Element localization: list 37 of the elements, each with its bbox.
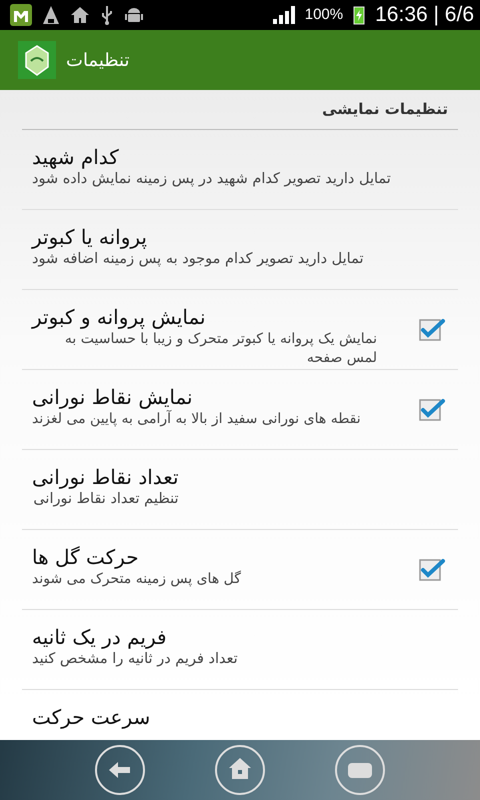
preference-title: نمایش پروانه و کبوتر (32, 304, 207, 330)
preference-title: تعداد نقاط نورانی (32, 464, 179, 490)
app-icon (10, 4, 32, 26)
preference-item[interactable]: فریم در یک ثانیه تعداد فریم در ثانیه را مشخص کنید (22, 610, 458, 690)
recent-apps-icon[interactable] (334, 744, 386, 796)
category-header: تنظیمات نمایشی (322, 99, 448, 120)
preference-summary: نقطه های نورانی سفید از بالا به آرامی به پایین می لغزند (32, 410, 361, 429)
preference-item[interactable]: نمایش پروانه و کبوتر نمایش یک پروانه یا کبوتر متحرک و زیبا با حساسیت به لمس صفحه (22, 290, 458, 370)
preference-summary: نمایش یک پروانه یا کبوتر متحرک و زیبا با حساسیت به لمس صفحه (64, 330, 377, 368)
preference-title: پروانه یا کبوتر (32, 224, 148, 250)
status-time: 16:36 | 6/6 (375, 2, 474, 28)
back-icon[interactable] (94, 744, 146, 796)
preference-title: نمایش نقاط نورانی (32, 384, 194, 410)
preference-title: فریم در یک ثانیه (32, 624, 168, 650)
home-icon[interactable] (214, 744, 266, 796)
preference-item[interactable]: تعداد نقاط نورانی تنظیم تعداد نقاط نورانی (22, 450, 458, 530)
preference-item[interactable]: کدام شهید تمایل دارید تصویر کدام شهید در پس زمینه نمایش داده شود (22, 130, 458, 210)
battery-charging-icon (353, 5, 366, 25)
preference-title: سرعت حرکت (32, 704, 150, 730)
preference-summary: تمایل دارید تصویر کدام موجود به پس زمینه اضافه شود (32, 250, 364, 269)
preference-summary: تعداد فریم در ثانیه را مشخص کنید (32, 650, 238, 669)
app-title: تنظیمات (66, 48, 130, 72)
preference-title: کدام شهید (32, 144, 120, 170)
preference-summary: گل های پس زمینه متحرک می شوند (32, 570, 241, 589)
usb-icon (100, 5, 114, 25)
preference-title: حرکت گل ها (32, 544, 140, 570)
preference-item[interactable]: پروانه یا کبوتر تمایل دارید تصویر کدام موجود به پس زمینه اضافه شود (22, 210, 458, 290)
app-logo-icon (18, 41, 56, 79)
preference-summary: تنظیم تعداد نقاط نورانی (32, 490, 179, 509)
preference-item[interactable]: نمایش نقاط نورانی نقطه های نورانی سفید از بالا به آرامی به پایین می لغزند (22, 370, 458, 450)
signal-icon (272, 6, 295, 24)
preference-item[interactable]: حرکت گل ها گل های پس زمینه متحرک می شوند (22, 530, 458, 610)
home-icon (70, 6, 90, 24)
preference-summary: تمایل دارید تصویر کدام شهید در پس زمینه نمایش داده شود (32, 170, 391, 189)
warning-icon (42, 5, 60, 25)
android-icon (124, 5, 144, 25)
battery-level: 100% (304, 4, 344, 25)
